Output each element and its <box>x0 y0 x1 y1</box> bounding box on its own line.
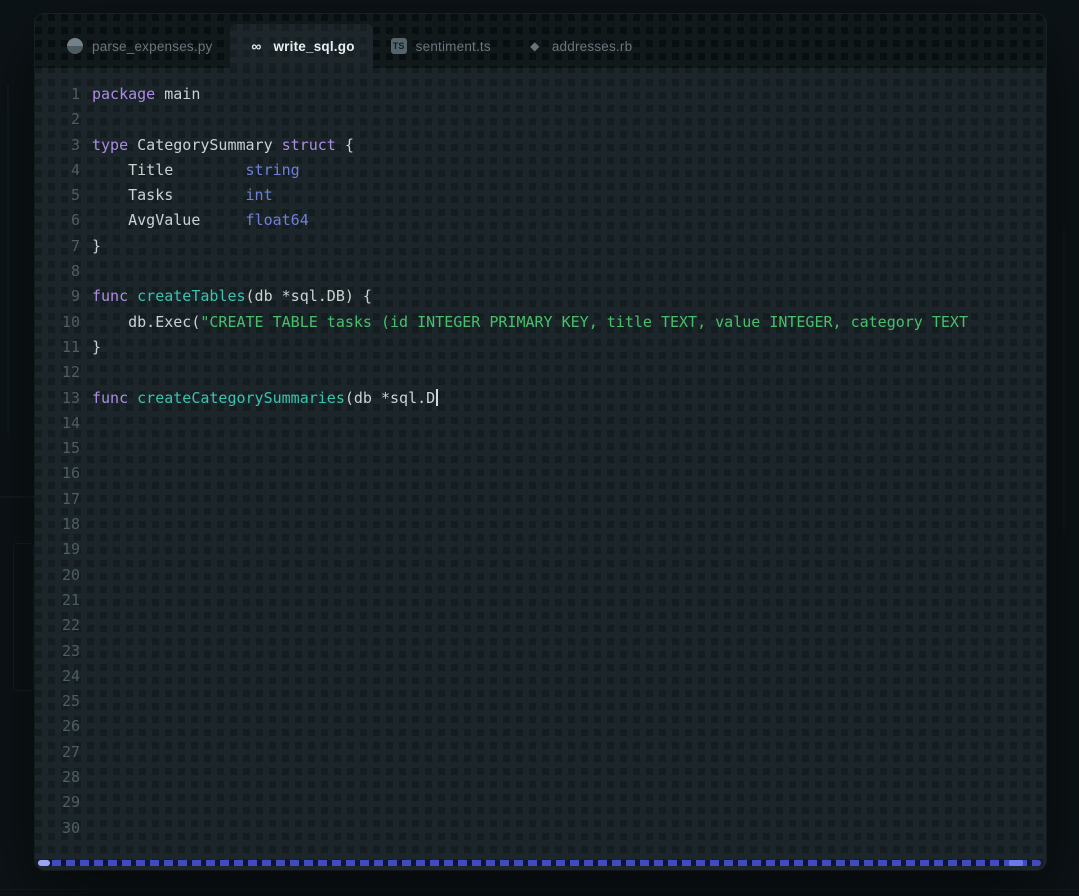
line-number: 11 <box>61 337 80 356</box>
code-text: type CategorySummary struct { <box>92 135 354 154</box>
horizontal-scrollbar[interactable] <box>38 860 1041 866</box>
line-number: 5 <box>70 186 80 205</box>
code-line: 15 <box>35 436 1046 461</box>
code-line: 26 <box>35 714 1046 739</box>
line-number: 20 <box>61 565 80 584</box>
line-number: 18 <box>61 515 80 534</box>
code-line: 13 func createCategorySummaries(db *sql.D <box>35 386 1046 411</box>
line-number: 28 <box>61 768 80 787</box>
code-line: 28 <box>35 765 1046 790</box>
line-number: 21 <box>61 590 80 609</box>
code-editor-window: parse_expenses.py ∞ write_sql.go TS sentimen… <box>35 14 1046 870</box>
tab-label: sentiment.ts <box>415 38 491 54</box>
background-chart-hint-hline-bottom <box>0 889 1079 890</box>
line-number: 16 <box>61 464 80 483</box>
typescript-icon: TS <box>390 38 407 54</box>
code-text: Title string <box>92 160 300 179</box>
code-text: } <box>92 337 102 356</box>
code-text: func createTables(db *sql.DB) { <box>92 287 372 306</box>
line-number: 24 <box>61 666 80 685</box>
line-number: 22 <box>61 616 80 635</box>
code-line: 20 <box>35 563 1046 588</box>
text-cursor <box>436 388 439 406</box>
code-line: 9 func createTables(db *sql.DB) { <box>35 284 1046 309</box>
tab-parse-expenses-py[interactable]: parse_expenses.py <box>49 24 230 68</box>
code-text: } <box>92 236 102 255</box>
code-line: 24 <box>35 664 1046 689</box>
code-line: 19 <box>35 537 1046 562</box>
code-line: 16 <box>35 461 1046 486</box>
code-text: Tasks int <box>92 186 273 205</box>
code-line: 3 type CategorySummary struct { <box>35 133 1046 158</box>
code-line: 11} <box>35 335 1046 360</box>
code-line: 23 <box>35 639 1046 664</box>
code-line: 7} <box>35 234 1046 259</box>
line-number: 8 <box>70 262 80 281</box>
code-line: 10 db.Exec("CREATE TABLE tasks (id INTEG… <box>35 310 1046 335</box>
code-editor[interactable]: 1 package main 2 3 type CategorySummary stru… <box>35 68 1046 870</box>
code-line: 8 <box>35 259 1046 284</box>
ruby-icon: ◆ <box>530 39 540 53</box>
code-line: 1 package main <box>35 82 1046 107</box>
code-line: 2 <box>35 107 1046 132</box>
line-number: 13 <box>61 388 80 407</box>
scrollbar-thumb[interactable] <box>1009 860 1023 866</box>
line-number: 1 <box>70 85 80 103</box>
code-text: func createCategorySummaries(db *sql.D <box>92 386 439 411</box>
code-text: package main <box>92 85 201 103</box>
line-number: 19 <box>61 540 80 559</box>
line-number: 30 <box>61 818 80 837</box>
code-line: 14 <box>35 411 1046 436</box>
go-icon: ∞ <box>251 38 262 54</box>
line-number: 2 <box>70 110 80 129</box>
code-line: 29 <box>35 790 1046 815</box>
code-line: 27 <box>35 740 1046 765</box>
tab-addresses-rb[interactable]: ◆ addresses.rb <box>509 24 650 68</box>
tab-label: addresses.rb <box>551 38 633 54</box>
line-number: 12 <box>61 363 80 382</box>
code-line: 4 Title string <box>35 158 1046 183</box>
line-number: 27 <box>61 742 80 761</box>
code-line: 30 <box>35 816 1046 841</box>
code-line: 25 <box>35 689 1046 714</box>
code-text: AvgValue float64 <box>92 211 309 230</box>
background-chart-hint-vline-right <box>1063 230 1065 530</box>
line-number: 7 <box>70 236 80 255</box>
background-chart-hint-vline-left <box>7 84 9 434</box>
line-number: 3 <box>70 135 80 154</box>
line-number: 17 <box>61 489 80 508</box>
line-number: 29 <box>61 793 80 812</box>
code-line: 6 AvgValue float64 <box>35 208 1046 233</box>
line-number: 6 <box>70 211 80 230</box>
line-number: 25 <box>61 692 80 711</box>
line-number: 23 <box>61 641 80 660</box>
background-chart-hint-box-left <box>13 543 34 691</box>
code-line: 22 <box>35 613 1046 638</box>
line-number: 10 <box>61 312 80 331</box>
line-number: 14 <box>61 413 80 432</box>
code-line: 21 <box>35 588 1046 613</box>
code-lines: 1 package main 2 3 type CategorySummary stru… <box>35 82 1046 841</box>
tab-label: write_sql.go <box>273 38 355 54</box>
tab-sentiment-ts[interactable]: TS sentiment.ts <box>373 24 509 68</box>
tab-label: parse_expenses.py <box>92 38 213 54</box>
code-line: 18 <box>35 512 1046 537</box>
code-line: 5 Tasks int <box>35 183 1046 208</box>
tab-bar: parse_expenses.py ∞ write_sql.go TS sentimen… <box>35 14 1046 68</box>
code-line: 12 <box>35 360 1046 385</box>
line-number: 15 <box>61 439 80 458</box>
code-text: db.Exec("CREATE TABLE tasks (id INTEGER … <box>92 312 968 331</box>
tab-write-sql-go[interactable]: ∞ write_sql.go <box>230 24 373 68</box>
line-number: 4 <box>70 160 80 179</box>
code-line: 17 <box>35 487 1046 512</box>
line-number: 9 <box>70 287 80 306</box>
scrollbar-left-cap <box>38 860 50 866</box>
line-number: 26 <box>61 717 80 736</box>
python-icon <box>67 38 83 54</box>
background-chart-hint-hline-left <box>0 496 35 498</box>
